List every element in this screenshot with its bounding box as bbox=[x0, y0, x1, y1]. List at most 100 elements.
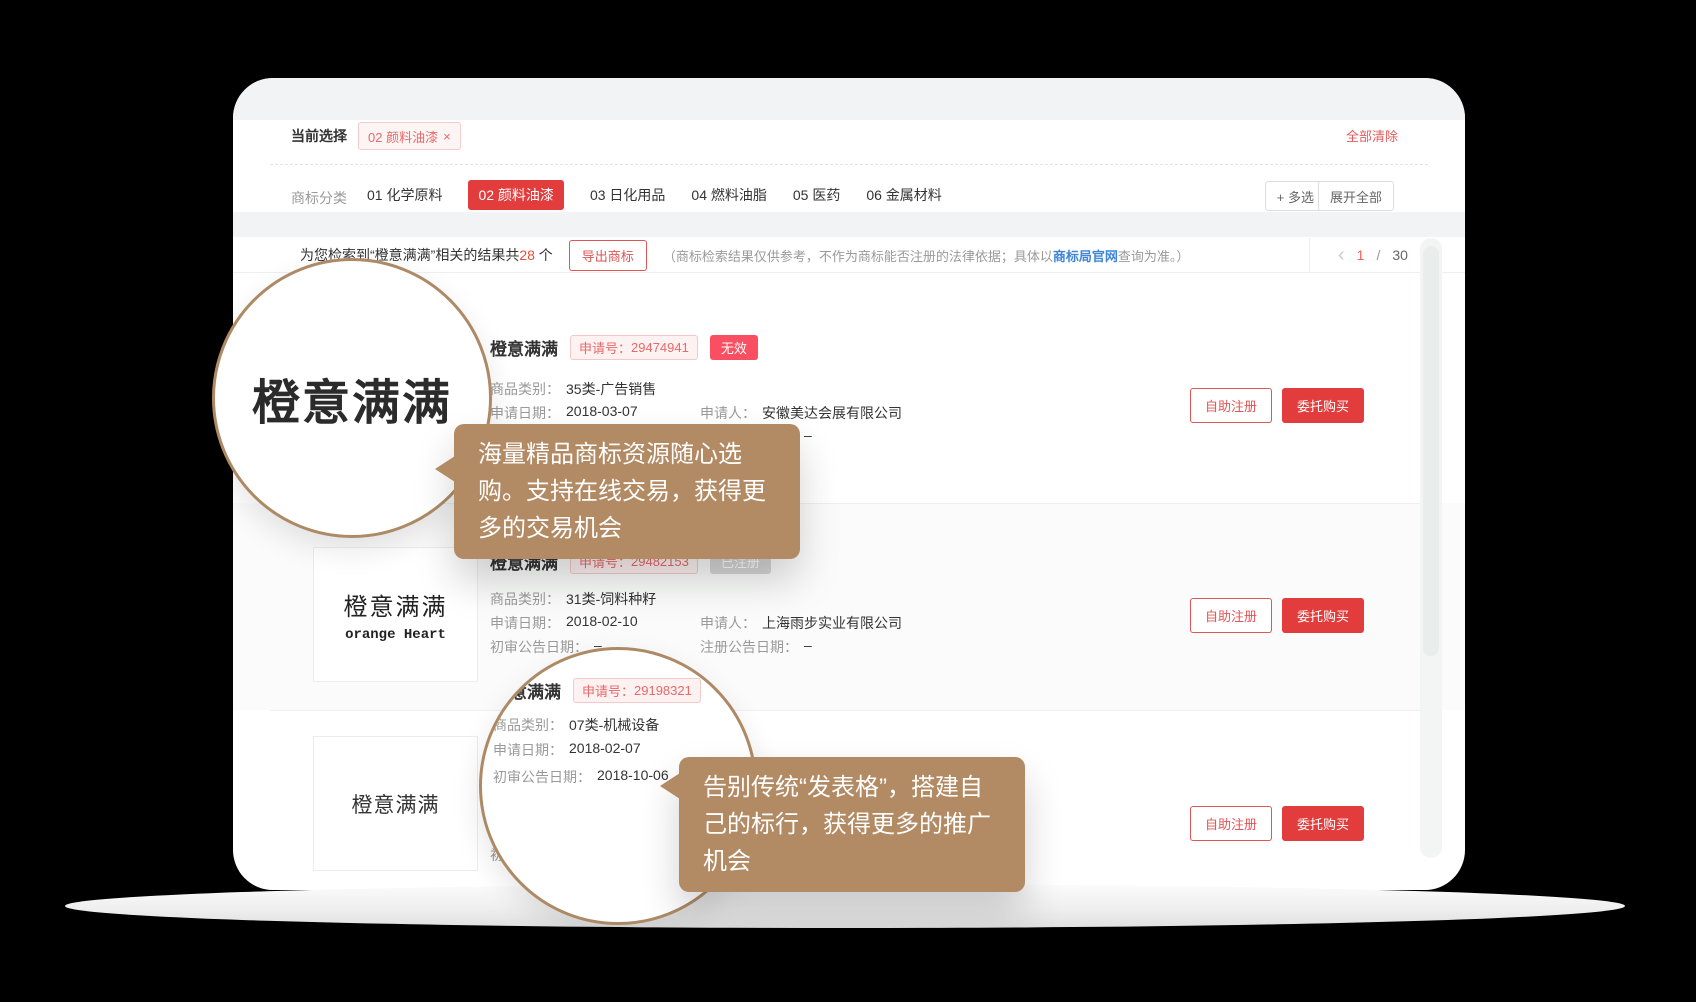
self-register-button[interactable]: 自助注册 bbox=[1190, 806, 1272, 841]
trademark-image-text: 橙意满满 bbox=[352, 789, 440, 819]
reg-date-value: – bbox=[804, 427, 812, 447]
applicant-value: 安徽美达会展有限公司 bbox=[762, 403, 902, 423]
magnified-trademark-text: 橙意满满 bbox=[252, 363, 452, 433]
trademark-image-subtext: orange Heart bbox=[345, 627, 446, 643]
self-register-button[interactable]: 自助注册 bbox=[1190, 388, 1272, 423]
table-row-1-title: 橙意满满 申请号：29474941 无效 bbox=[490, 335, 758, 360]
lens-row-3-apply-date: 申请日期： 2018-02-07 bbox=[493, 740, 641, 760]
category-label: 商品类别： bbox=[493, 715, 563, 735]
category-value: 35类-广告销售 bbox=[566, 379, 656, 399]
category-value: 07类-机械设备 bbox=[569, 715, 659, 735]
category-label: 商品类别： bbox=[490, 379, 560, 399]
pagination: ‹ 1 / 30 › bbox=[1309, 238, 1427, 272]
category-label: 商品类别： bbox=[490, 589, 560, 609]
category-item-04[interactable]: 04 燃料油脂 bbox=[691, 185, 766, 205]
trademark-image-row-2[interactable]: 橙意满满 orange Heart bbox=[313, 547, 478, 682]
tooltip-marketplace: 海量精品商标资源随心选购。支持在线交易，获得更多的交易机会 bbox=[454, 424, 800, 559]
trademark-name: 橙意满满 bbox=[493, 678, 561, 703]
reg-date-label: 注册公告日期： bbox=[700, 637, 798, 657]
applicant-label: 申请人： bbox=[700, 613, 756, 633]
row-3-actions: 自助注册 委托购买 bbox=[1190, 806, 1364, 841]
apply-date-value: 2018-02-07 bbox=[569, 740, 641, 760]
tooltip-arrow-left-icon bbox=[660, 773, 680, 799]
row-1-applicant: 申请人： 安徽美达会展有限公司 bbox=[700, 403, 902, 423]
stage: 当前选择 02 颜料油漆 × 全部清除 商标分类 01 化学原料 02 颜料油漆… bbox=[0, 0, 1696, 1002]
first-trial-label: 初审公告日期： bbox=[493, 767, 591, 787]
trademark-office-link[interactable]: 商标局官网 bbox=[1053, 249, 1118, 264]
tooltip-arrow-left-icon bbox=[435, 456, 455, 482]
tooltip-promotion: 告别传统“发表格”，搭建自己的标行，获得更多的推广机会 bbox=[679, 757, 1025, 892]
application-no-value: 29198321 bbox=[634, 683, 692, 698]
screen-top-strip bbox=[233, 78, 1465, 120]
apply-date-label: 申请日期： bbox=[490, 403, 560, 423]
application-no-tag: 申请号：29198321 bbox=[573, 678, 701, 703]
disclaimer-prefix: （商标检索结果仅供参考，不作为商标能否注册的法律依据；具体以 bbox=[663, 249, 1053, 264]
current-selection-label: 当前选择 bbox=[291, 126, 347, 146]
row-1-category-line: 商品类别： 35类-广告销售 bbox=[490, 379, 656, 399]
reg-date-value: – bbox=[804, 637, 812, 657]
row-2-category-line: 商品类别： 31类-饲料种籽 bbox=[490, 589, 656, 609]
clear-all-button[interactable]: 全部清除 bbox=[1346, 126, 1398, 145]
tooltip-text: 告别传统“发表格”，搭建自己的标行，获得更多的推广机会 bbox=[703, 774, 991, 875]
page-separator: / bbox=[1376, 247, 1380, 263]
multi-select-button[interactable]: + 多选 bbox=[1265, 181, 1326, 211]
row-2-reg-date: 注册公告日期： – bbox=[700, 637, 812, 657]
row-2-applicant: 申请人： 上海雨步实业有限公司 bbox=[700, 613, 902, 633]
scrollbar-track[interactable] bbox=[1420, 238, 1442, 858]
application-no-label: 申请号： bbox=[582, 681, 634, 700]
category-item-06[interactable]: 06 金属材料 bbox=[866, 185, 941, 205]
application-no-tag: 申请号：29474941 bbox=[570, 335, 698, 360]
category-row-label: 商标分类 bbox=[291, 188, 347, 208]
row-1-actions: 自助注册 委托购买 bbox=[1190, 388, 1364, 423]
trademark-image-text: 橙意满满 bbox=[344, 587, 448, 622]
magnifier-circle-1: 橙意满满 bbox=[212, 258, 492, 538]
selected-filter-tag[interactable]: 02 颜料油漆 × bbox=[358, 122, 461, 150]
disclaimer-suffix: 查询为准。） bbox=[1118, 249, 1190, 264]
applicant-label: 申请人： bbox=[700, 403, 756, 423]
tag-close-icon[interactable]: × bbox=[443, 129, 451, 144]
applicant-value: 上海雨步实业有限公司 bbox=[762, 613, 902, 633]
application-no-value: 29474941 bbox=[631, 340, 689, 355]
first-trial-value: 2018-10-06 bbox=[597, 767, 669, 787]
row-1-apply-date: 申请日期： 2018-03-07 bbox=[490, 403, 638, 423]
expand-all-button[interactable]: 展开全部 bbox=[1318, 181, 1394, 211]
row-2-actions: 自助注册 委托购买 bbox=[1190, 598, 1364, 633]
apply-date-label: 申请日期： bbox=[493, 740, 563, 760]
application-no-label: 申请号： bbox=[579, 338, 631, 357]
results-count: 28 bbox=[519, 247, 535, 263]
category-item-05[interactable]: 05 医药 bbox=[793, 185, 840, 205]
tooltip-text: 海量精品商标资源随心选购。支持在线交易，获得更多的交易机会 bbox=[478, 441, 766, 542]
apply-date-label: 申请日期： bbox=[490, 613, 560, 633]
section-gap bbox=[233, 212, 1465, 237]
category-item-01[interactable]: 01 化学原料 bbox=[367, 185, 442, 205]
results-header: 为您检索到“橙意满满”相关的结果共28 个 导出商标 （商标检索结果仅供参考，不… bbox=[300, 238, 1189, 272]
divider-dashed bbox=[270, 164, 1428, 165]
lens-row-3-category: 商品类别： 07类-机械设备 bbox=[493, 715, 659, 735]
entrust-buy-button[interactable]: 委托购买 bbox=[1282, 806, 1364, 841]
lens-row-3-first-trial: 初审公告日期： 2018-10-06 bbox=[493, 767, 669, 787]
trademark-image-row-3[interactable]: 橙意满满 bbox=[313, 736, 478, 871]
results-summary-suffix: 个 bbox=[535, 247, 553, 263]
trademark-name[interactable]: 橙意满满 bbox=[490, 335, 558, 360]
selected-filter-tag-label: 02 颜料油漆 bbox=[368, 127, 438, 146]
scrollbar-thumb[interactable] bbox=[1423, 246, 1439, 656]
page-current: 1 bbox=[1357, 247, 1365, 263]
page-total: 30 bbox=[1392, 247, 1408, 263]
category-item-03[interactable]: 03 日化用品 bbox=[590, 185, 665, 205]
category-item-02-selected[interactable]: 02 颜料油漆 bbox=[468, 180, 563, 210]
results-disclaimer: （商标检索结果仅供参考，不作为商标能否注册的法律依据；具体以商标局官网查询为准。… bbox=[663, 246, 1190, 265]
apply-date-value: 2018-02-10 bbox=[566, 613, 638, 633]
category-list: 01 化学原料 02 颜料油漆 03 日化用品 04 燃料油脂 05 医药 06… bbox=[367, 181, 942, 209]
page-prev-icon[interactable]: ‹ bbox=[1338, 245, 1345, 265]
entrust-buy-button[interactable]: 委托购买 bbox=[1282, 598, 1364, 633]
apply-date-value: 2018-03-07 bbox=[566, 403, 638, 423]
export-trademark-button[interactable]: 导出商标 bbox=[569, 240, 647, 271]
results-header-divider bbox=[233, 272, 1465, 273]
row-2-apply-date: 申请日期： 2018-02-10 bbox=[490, 613, 638, 633]
lens-row-3-title: 橙意满满 申请号：29198321 bbox=[493, 678, 701, 703]
row-divider-2 bbox=[270, 710, 1420, 711]
status-badge: 无效 bbox=[710, 335, 758, 360]
category-value: 31类-饲料种籽 bbox=[566, 589, 656, 609]
entrust-buy-button[interactable]: 委托购买 bbox=[1282, 388, 1364, 423]
self-register-button[interactable]: 自助注册 bbox=[1190, 598, 1272, 633]
